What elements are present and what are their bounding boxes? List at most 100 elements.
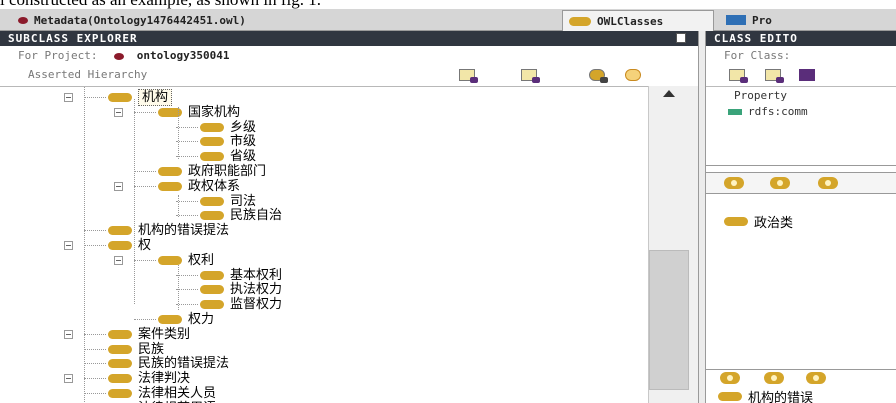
tree-node[interactable]: 权: [108, 238, 151, 253]
tree-node[interactable]: 法律相关人员: [108, 386, 216, 401]
tree-node-label: 机构: [138, 89, 173, 106]
tree-expander-icon[interactable]: [114, 107, 123, 117]
class-pill-icon: [200, 270, 224, 280]
tree-connector: [134, 111, 156, 113]
tree-node[interactable]: 机构: [108, 89, 173, 106]
class-pill-icon: [158, 181, 182, 191]
add-named-superclass-icon[interactable]: [724, 177, 744, 189]
tree-node-label: 基本权利: [230, 267, 283, 283]
tree-node[interactable]: 国家机构: [158, 105, 240, 120]
tree-connector: [176, 126, 198, 128]
tree-connector: [84, 97, 106, 98]
tree-node[interactable]: 政府职能部门: [158, 164, 266, 179]
tree-connector: [84, 393, 106, 394]
tree-node[interactable]: 权力: [158, 312, 214, 327]
tree-node-label: 案件类别: [138, 326, 191, 342]
annotation-row[interactable]: rdfs:comm: [728, 105, 808, 118]
superclass-list: 政治类: [706, 200, 896, 370]
tree-connector: [176, 289, 198, 291]
class-pill-icon: [200, 285, 224, 295]
tree-connector: [176, 215, 198, 217]
hierarchy-toolbar: Asserted Hierarchy: [0, 66, 698, 86]
class-editor-header: CLASS EDITO: [706, 31, 896, 46]
tab-owlclasses[interactable]: OWLClasses: [562, 10, 714, 31]
superclass-item[interactable]: 政治类: [724, 212, 793, 231]
tree-connector: [84, 245, 106, 246]
remove-annotation-icon[interactable]: [796, 67, 818, 83]
disjoint-toolbar: [706, 372, 896, 386]
tab-owlclasses-label: OWLClasses: [597, 14, 664, 28]
class-pill-icon: [200, 196, 224, 206]
tree-connector: [176, 200, 198, 202]
tree-scrollbar[interactable]: [648, 86, 698, 403]
document-caption: l constructed as an example, as shown in…: [0, 0, 896, 9]
tree-node[interactable]: 监督权力: [200, 297, 282, 312]
tree-node-label: 司法: [230, 193, 257, 209]
tree-node[interactable]: 民族: [108, 342, 164, 357]
add-all-siblings-icon[interactable]: [806, 372, 826, 384]
tree-node[interactable]: 执法权力: [200, 282, 282, 297]
tree-expander-icon[interactable]: [64, 241, 73, 250]
ontology-diamond-icon: [114, 52, 125, 60]
scroll-up-arrow-icon[interactable]: [661, 90, 677, 100]
tree-expander-icon[interactable]: [114, 181, 123, 191]
tree-node[interactable]: 权利: [158, 253, 214, 268]
properties-icon: [726, 15, 746, 25]
class-editor-toolbar: [706, 66, 896, 86]
tree-node[interactable]: 司法: [200, 194, 256, 209]
class-pill-icon: [108, 344, 132, 354]
disjoint-class-label: 机构的错误: [748, 391, 814, 403]
tree-node[interactable]: 案件类别: [108, 327, 190, 342]
tab-properties[interactable]: Pro: [720, 10, 896, 30]
subclass-explorer-title: SUBCLASS EXPLORER: [8, 32, 138, 45]
tree-connector: [84, 230, 106, 232]
tree-node-label: 政权体系: [188, 178, 241, 194]
tree-expander-icon[interactable]: [64, 374, 73, 384]
tree-node-label: 监督权力: [230, 297, 283, 313]
tree-node[interactable]: 市级: [200, 134, 256, 149]
project-name: ontology350041: [136, 49, 230, 62]
tree-guide-line: [178, 107, 179, 159]
tree-node[interactable]: 机构的错误提法: [108, 223, 229, 238]
delete-class-icon[interactable]: [586, 67, 608, 83]
tree-node[interactable]: 民族自治: [200, 208, 282, 223]
tree-node[interactable]: 民族的错误提法: [108, 356, 229, 371]
tree-expander-icon[interactable]: [64, 93, 73, 102]
class-pill-icon: [108, 329, 132, 339]
diamond-icon: [18, 16, 28, 24]
tree-node[interactable]: 基本权利: [200, 268, 282, 283]
tab-metadata[interactable]: Metadata(Ontology1476442451.owl): [12, 10, 554, 30]
tree-node[interactable]: 省级: [200, 149, 256, 164]
tree-node[interactable]: 政权体系: [158, 179, 240, 194]
tree-connector: [176, 156, 198, 158]
tree-node[interactable]: 乡级: [200, 120, 256, 135]
create-restriction-icon[interactable]: [770, 177, 790, 189]
class-pill-icon: [108, 241, 132, 250]
add-property-icon[interactable]: [762, 67, 784, 83]
maximize-icon[interactable]: [676, 33, 686, 43]
remove-disjoint-icon[interactable]: [764, 372, 784, 384]
tree-node-label: 法律相关人员: [138, 386, 217, 401]
create-subclass-icon[interactable]: [456, 67, 478, 83]
tree-guide-line: [84, 87, 85, 403]
create-sibling-class-icon[interactable]: [518, 67, 540, 83]
class-options-icon[interactable]: [622, 67, 644, 83]
create-expression-icon[interactable]: [818, 177, 838, 189]
class-pill-icon: [718, 392, 742, 401]
disjoint-class-item[interactable]: 机构的错误: [718, 387, 813, 403]
panel-splitter[interactable]: [698, 31, 706, 403]
scroll-thumb[interactable]: [649, 250, 689, 390]
tree-node-label: 权: [138, 238, 152, 253]
add-annotation-icon[interactable]: [726, 67, 748, 83]
tab-properties-label: Pro: [752, 13, 772, 27]
tree-connector: [176, 274, 198, 276]
class-pill-icon: [158, 255, 182, 265]
tree-node[interactable]: 法律判决: [108, 371, 190, 386]
tree-connector: [84, 333, 106, 335]
tree-expander-icon[interactable]: [64, 329, 73, 339]
class-hierarchy-tree: 机构 国家机构 乡级 市级 省级 政府职能部门 政权体系 司法 民族自治 机构的错误提法权权利基本…: [0, 86, 648, 403]
tree-expander-icon[interactable]: [114, 255, 123, 265]
add-disjoint-icon[interactable]: [720, 372, 740, 384]
tree-connector: [176, 141, 198, 143]
tree-node-label: 执法权力: [230, 282, 283, 298]
